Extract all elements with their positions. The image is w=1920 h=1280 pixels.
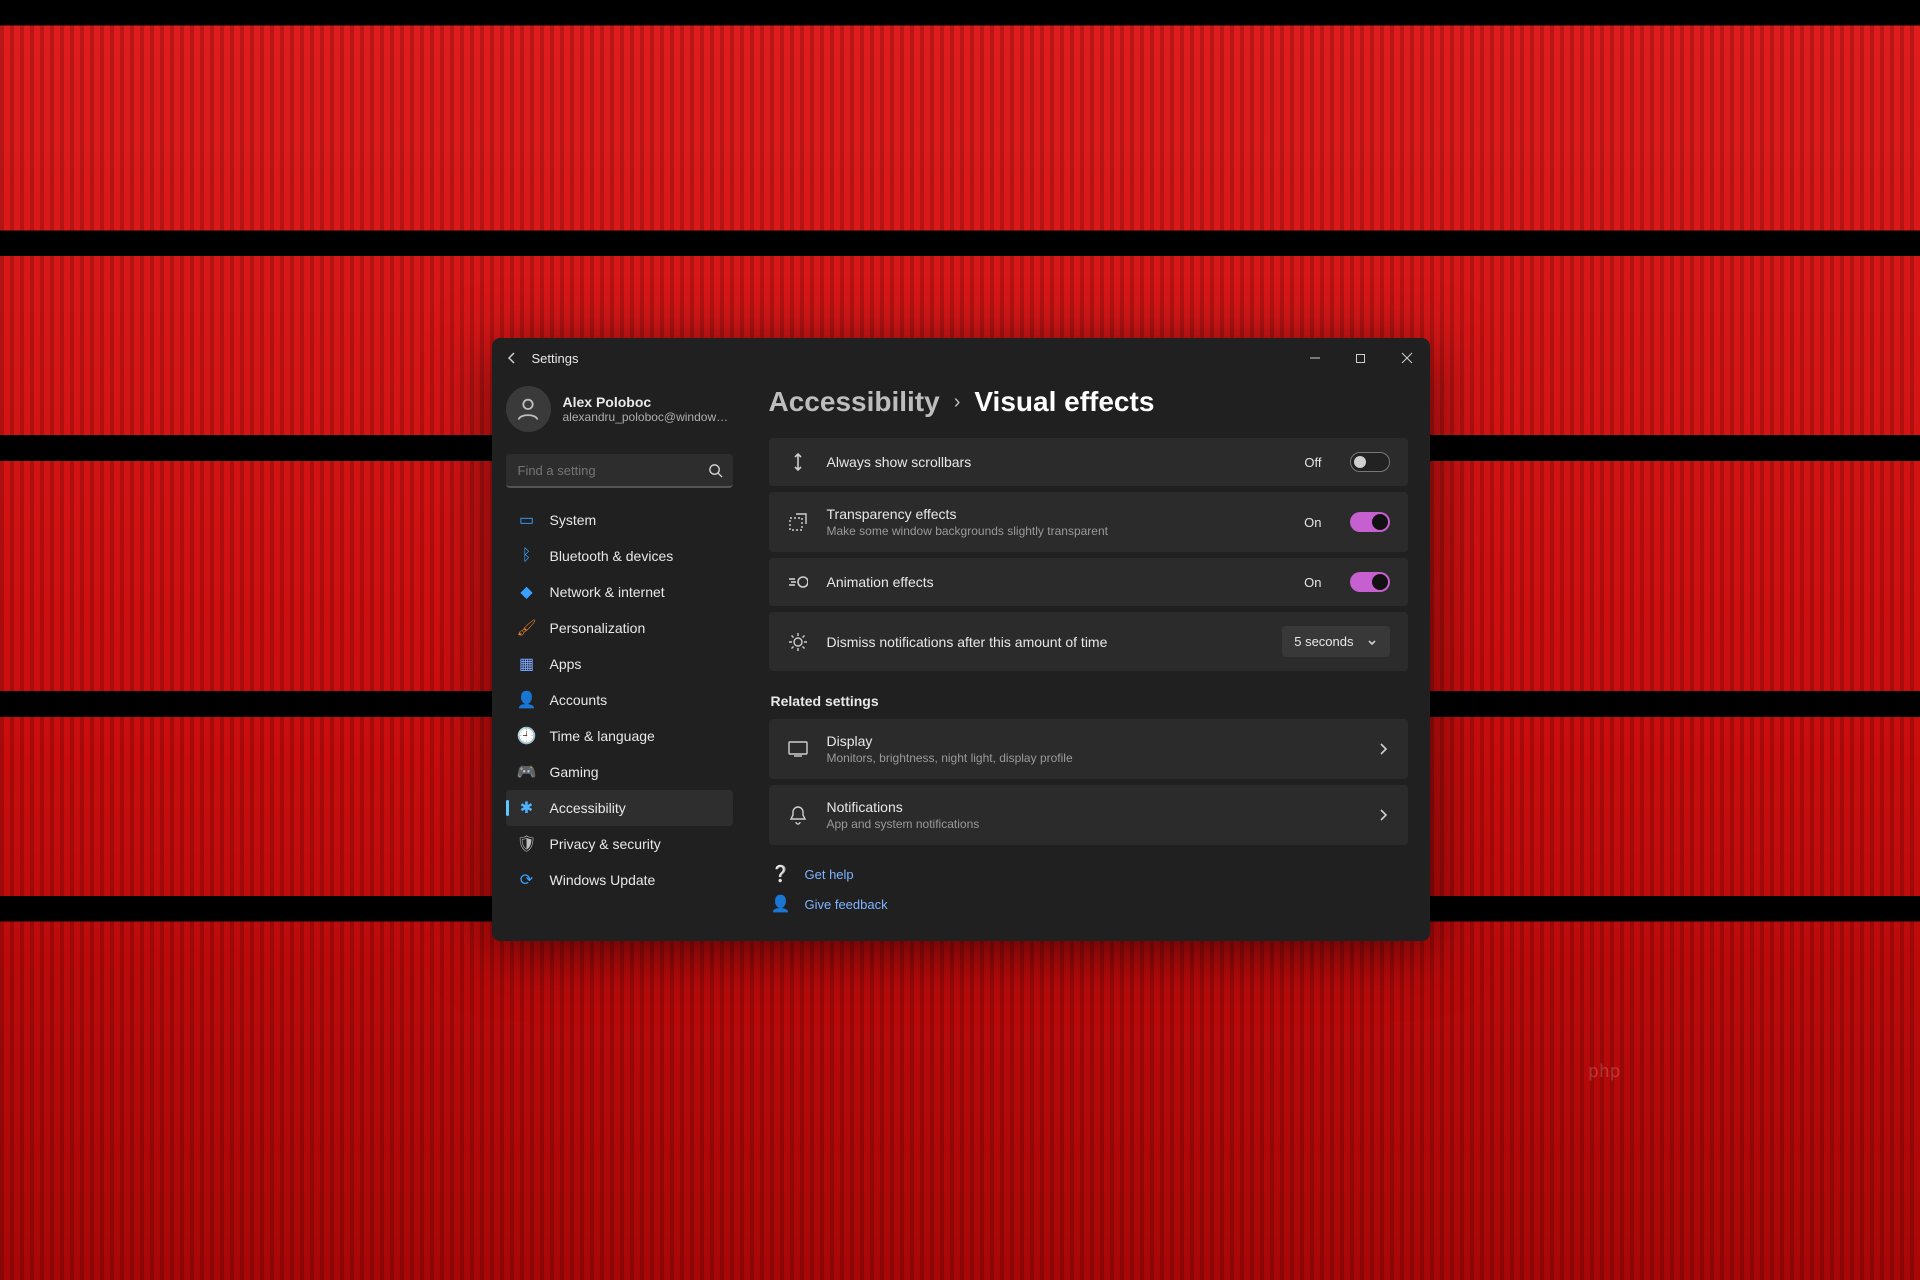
sidebar-item-privacy[interactable]: 🛡 Privacy & security	[506, 826, 733, 862]
accessibility-icon: ✱	[518, 799, 536, 817]
refresh-icon: ⟳	[518, 871, 536, 889]
maximize-button[interactable]	[1338, 338, 1384, 378]
get-help-link[interactable]: ❔ Get help	[769, 859, 1408, 889]
help-icon: ❔	[771, 864, 791, 884]
sidebar-item-bluetooth[interactable]: ᛒ Bluetooth & devices	[506, 538, 733, 574]
settings-window: Settings Alex Poloboc alexandru_poloboc@…	[492, 338, 1430, 941]
nav-label: Time & language	[550, 728, 655, 744]
sidebar-item-personalization[interactable]: 🖌 Personalization	[506, 610, 733, 646]
link-subtitle: Monitors, brightness, night light, displ…	[827, 751, 1358, 765]
setting-scrollbars: Always show scrollbars Off	[769, 438, 1408, 486]
nav-label: System	[550, 512, 597, 528]
maximize-icon	[1355, 353, 1366, 364]
bluetooth-icon: ᛒ	[518, 547, 536, 565]
link-title: Notifications	[827, 799, 1358, 815]
setting-animation: Animation effects On	[769, 558, 1408, 606]
arrow-left-icon	[504, 350, 520, 366]
sidebar: Alex Poloboc alexandru_poloboc@windowsre…	[492, 378, 747, 941]
setting-subtitle: Make some window backgrounds slightly tr…	[827, 524, 1282, 538]
brush-icon: 🖌	[518, 619, 536, 637]
feedback-icon: 👤	[771, 894, 791, 914]
nav-label: Network & internet	[550, 584, 665, 600]
apps-icon: ▦	[518, 655, 536, 673]
setting-title: Animation effects	[827, 574, 1282, 590]
animation-icon	[787, 575, 809, 589]
sidebar-item-gaming[interactable]: 🎮 Gaming	[506, 754, 733, 790]
link-text: Get help	[805, 867, 854, 882]
minimize-button[interactable]	[1292, 338, 1338, 378]
breadcrumb: Accessibility › Visual effects	[769, 386, 1408, 418]
clock-icon: 🕘	[518, 727, 536, 745]
avatar	[506, 386, 551, 432]
link-title: Display	[827, 733, 1358, 749]
setting-transparency: Transparency effects Make some window ba…	[769, 492, 1408, 552]
sidebar-item-apps[interactable]: ▦ Apps	[506, 646, 733, 682]
toggle-state: On	[1300, 575, 1322, 590]
person-icon: 👤	[518, 691, 536, 709]
nav-label: Accessibility	[550, 800, 626, 816]
toggle-state: Off	[1300, 455, 1322, 470]
nav-label: Privacy & security	[550, 836, 661, 852]
titlebar: Settings	[492, 338, 1430, 378]
display-icon: ▭	[518, 511, 536, 529]
chevron-right-icon	[1376, 742, 1390, 756]
chevron-right-icon	[1376, 808, 1390, 822]
animation-toggle[interactable]	[1350, 572, 1390, 592]
nav-label: Gaming	[550, 764, 599, 780]
search-input[interactable]	[506, 454, 733, 488]
close-icon	[1401, 352, 1413, 364]
related-settings-label: Related settings	[771, 693, 1408, 709]
dropdown-value: 5 seconds	[1294, 634, 1353, 649]
person-icon	[514, 395, 542, 423]
sidebar-item-system[interactable]: ▭ System	[506, 502, 733, 538]
transparency-icon	[787, 513, 809, 531]
shield-icon: 🛡	[518, 835, 536, 853]
nav-label: Bluetooth & devices	[550, 548, 674, 564]
search-icon	[708, 463, 723, 478]
related-notifications[interactable]: Notifications App and system notificatio…	[769, 785, 1408, 845]
search-box[interactable]	[506, 454, 733, 488]
setting-title: Transparency effects	[827, 506, 1282, 522]
sidebar-item-network[interactable]: ◆ Network & internet	[506, 574, 733, 610]
link-subtitle: App and system notifications	[827, 817, 1358, 831]
nav-list: ▭ System ᛒ Bluetooth & devices ◆ Network & …	[506, 502, 733, 898]
scrollbars-toggle[interactable]	[1350, 452, 1390, 472]
main-panel: Accessibility › Visual effects Always sh…	[747, 378, 1430, 941]
dismiss-time-dropdown[interactable]: 5 seconds	[1282, 626, 1389, 657]
wifi-icon: ◆	[518, 583, 536, 601]
brightness-icon	[787, 632, 809, 652]
user-email: alexandru_poloboc@windowsreport…	[563, 410, 733, 424]
close-button[interactable]	[1384, 338, 1430, 378]
gamepad-icon: 🎮	[518, 763, 536, 781]
setting-dismiss-time: Dismiss notifications after this amount …	[769, 612, 1408, 671]
user-name: Alex Poloboc	[563, 394, 733, 410]
nav-label: Accounts	[550, 692, 608, 708]
nav-label: Windows Update	[550, 872, 656, 888]
sidebar-item-time[interactable]: 🕘 Time & language	[506, 718, 733, 754]
scroll-icon	[787, 453, 809, 471]
setting-title: Always show scrollbars	[827, 454, 1282, 470]
related-display[interactable]: Display Monitors, brightness, night ligh…	[769, 719, 1408, 779]
watermark: php	[1588, 1061, 1621, 1082]
nav-label: Apps	[550, 656, 582, 672]
sidebar-item-accounts[interactable]: 👤 Accounts	[506, 682, 733, 718]
breadcrumb-leaf: Visual effects	[974, 386, 1154, 418]
sidebar-item-accessibility[interactable]: ✱ Accessibility	[506, 790, 733, 826]
chevron-down-icon	[1366, 636, 1378, 648]
chevron-right-icon: ›	[954, 391, 961, 414]
give-feedback-link[interactable]: 👤 Give feedback	[769, 889, 1408, 919]
breadcrumb-parent[interactable]: Accessibility	[769, 386, 940, 418]
user-block[interactable]: Alex Poloboc alexandru_poloboc@windowsre…	[506, 386, 733, 432]
link-text: Give feedback	[805, 897, 888, 912]
minimize-icon	[1309, 352, 1321, 364]
monitor-icon	[787, 741, 809, 757]
setting-title: Dismiss notifications after this amount …	[827, 634, 1265, 650]
bell-icon	[787, 805, 809, 825]
sidebar-item-update[interactable]: ⟳ Windows Update	[506, 862, 733, 898]
transparency-toggle[interactable]	[1350, 512, 1390, 532]
window-title: Settings	[532, 351, 579, 366]
toggle-state: On	[1300, 515, 1322, 530]
back-button[interactable]	[492, 350, 532, 366]
nav-label: Personalization	[550, 620, 646, 636]
